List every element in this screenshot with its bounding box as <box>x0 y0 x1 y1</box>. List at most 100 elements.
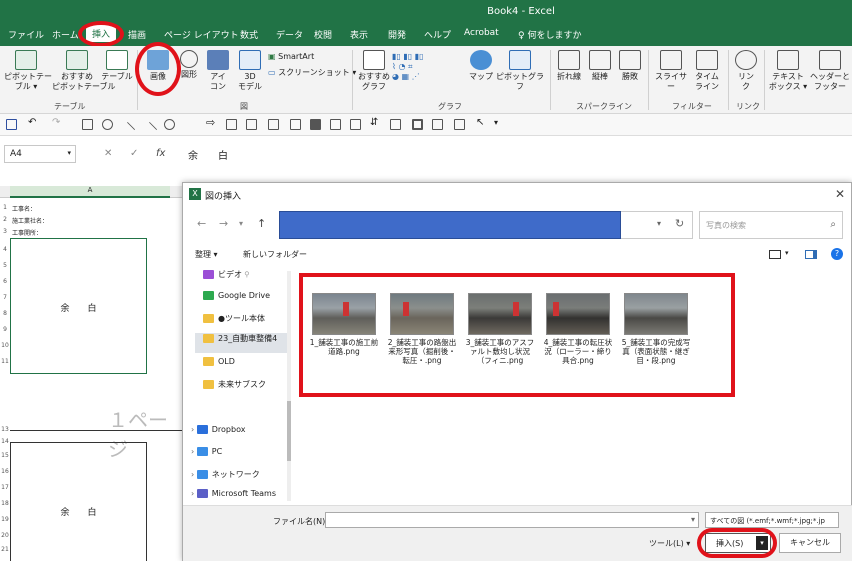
up-arrow-icon[interactable]: ↑ <box>257 217 266 230</box>
screenshot-button[interactable]: ▭ スクリーンショット ▾ <box>268 68 356 78</box>
formula-value[interactable]: 余 白 <box>188 147 228 162</box>
row-header[interactable]: 9 <box>0 326 10 333</box>
select-objects-icon[interactable] <box>412 119 423 130</box>
arrow-line-icon[interactable] <box>141 121 158 138</box>
nav-item-video[interactable]: ビデオ ⚲ <box>203 269 299 289</box>
insert-function-icon[interactable]: fx <box>156 148 165 159</box>
enter-icon[interactable]: ✓ <box>130 148 138 159</box>
nav-item-google-drive[interactable]: Google Drive <box>203 291 299 311</box>
forward-arrow-icon[interactable]: → <box>219 217 228 230</box>
nav-item-network[interactable]: › ネットワーク <box>191 469 287 489</box>
file-item[interactable]: 3_舗装工事のアスファルト敷均し状況（フィニ.png <box>465 293 535 365</box>
nav-item-dropbox[interactable]: › Dropbox <box>191 425 287 445</box>
chart-type-gallery[interactable]: ▮▯ ▮▯ ▮▯ ⌇ ◔ ⌗ ◕ ▦ ⋰ <box>392 52 442 82</box>
sparkline-winloss-button[interactable]: 勝敗 <box>616 50 644 82</box>
row-header[interactable]: 1 <box>0 204 10 211</box>
ungroup-icon[interactable] <box>246 119 257 130</box>
freeform-icon[interactable] <box>164 119 175 130</box>
recommended-charts-button[interactable]: おすすめ グラフ <box>356 50 392 92</box>
redo-icon[interactable]: ↷ <box>52 117 63 128</box>
pivot-table-button[interactable]: ピボットテー ブル ▾ <box>4 50 52 92</box>
nav-item-tool-main[interactable]: ●ツール本体 <box>203 313 299 333</box>
rotate-icon[interactable] <box>350 119 361 130</box>
textbox-button[interactable]: テキスト ボックス ▾ <box>768 50 808 92</box>
file-item[interactable]: 1_舗装工事の施工前道路.png <box>309 293 379 356</box>
sparkline-column-button[interactable]: 縦棒 <box>586 50 614 82</box>
preview-pane-icon[interactable] <box>805 250 817 259</box>
undo-icon[interactable]: ↶ <box>28 117 39 128</box>
file-item[interactable]: 5_舗装工事の完成写真（表面状態・継ぎ目・段.png <box>621 293 691 365</box>
nav-item-teams[interactable]: › Microsoft Teams <box>191 489 287 503</box>
row-header[interactable]: 15 <box>0 452 10 459</box>
row-header[interactable]: 4 <box>0 246 10 253</box>
nav-item-pc[interactable]: › PC <box>191 447 287 467</box>
row-header[interactable]: 3 <box>0 228 10 235</box>
new-folder-button[interactable]: 新しいフォルダー <box>243 249 307 260</box>
map-button[interactable]: マップ <box>468 50 494 82</box>
recent-dropdown-icon[interactable]: ▾ <box>239 219 243 228</box>
customize-qat-icon[interactable]: ▾ <box>494 118 505 129</box>
tab-draw[interactable]: 描画 <box>128 28 146 41</box>
tab-view[interactable]: 表示 <box>350 28 368 41</box>
organize-button[interactable]: 整理 ▾ <box>195 249 218 260</box>
close-icon[interactable]: ✕ <box>835 187 845 201</box>
file-type-select[interactable]: すべての図 (*.emf;*.wmf;*.jpg;*.jp <box>705 512 839 528</box>
cell-construction-name[interactable]: 工事名： <box>12 204 36 213</box>
tab-file[interactable]: ファイル <box>8 28 44 41</box>
row-header[interactable]: 21 <box>0 546 10 553</box>
send-back-icon[interactable] <box>330 119 341 130</box>
nav-item-old[interactable]: OLD <box>203 357 299 377</box>
tab-help[interactable]: ヘルプ <box>424 28 451 41</box>
view-mode-icon[interactable] <box>769 250 781 259</box>
recommended-pivot-button[interactable]: おすすめ ピボットテーブル <box>52 50 116 92</box>
resize-icon[interactable] <box>432 119 443 130</box>
back-arrow-icon[interactable]: ← <box>197 217 206 230</box>
distribute-icon[interactable] <box>454 119 465 130</box>
save-icon[interactable] <box>6 119 17 130</box>
tools-menu[interactable]: ツール(L) ▾ <box>649 538 690 549</box>
group-icon[interactable] <box>226 119 237 130</box>
timeline-button[interactable]: タイム ライン <box>692 50 722 92</box>
row-header[interactable]: 18 <box>0 500 10 507</box>
file-item[interactable]: 4_舗装工事の転圧状況（ローラー・締り具合.png <box>543 293 613 365</box>
nav-item-mirai[interactable]: 未来サブスク <box>203 379 299 399</box>
file-item[interactable]: 2_舗装工事の路盤出来形写真（掘削後・転圧・.png <box>387 293 457 365</box>
3d-models-button[interactable]: 3D モデル <box>234 50 266 92</box>
merged-cell-a4[interactable]: 余 白 <box>10 238 147 374</box>
smartart-button[interactable]: ▣ SmartArt <box>268 52 314 62</box>
align-icon[interactable] <box>268 119 279 130</box>
tab-page-layout[interactable]: ページ レイアウト <box>164 28 239 41</box>
flip-icon[interactable]: ⇵ <box>370 117 381 128</box>
tab-data[interactable]: データ <box>276 28 303 41</box>
search-input[interactable]: 写真の検索 ⌕ <box>699 211 843 239</box>
scrollbar-thumb[interactable] <box>287 401 291 461</box>
cell-construction-site[interactable]: 工事開所： <box>12 228 42 237</box>
chevron-down-icon[interactable]: ▾ <box>691 515 695 524</box>
cancel-icon[interactable]: ✕ <box>104 148 112 159</box>
merged-cell-a14[interactable]: 余 白 <box>10 442 147 561</box>
arrow-right-icon[interactable]: ⇨ <box>206 116 217 129</box>
table-button[interactable]: テーブル <box>100 50 134 82</box>
view-dropdown-icon[interactable]: ▾ <box>785 249 789 257</box>
row-header[interactable]: 19 <box>0 516 10 523</box>
line-icon[interactable] <box>119 121 136 138</box>
file-name-input[interactable]: ▾ <box>325 512 699 528</box>
sparkline-line-button[interactable]: 折れ線 <box>554 50 584 82</box>
bring-front-icon[interactable] <box>290 119 301 130</box>
cancel-button[interactable]: キャンセル <box>779 533 841 553</box>
tell-me-search[interactable]: ♀ 何をしますか <box>518 28 581 41</box>
row-header[interactable]: 2 <box>0 216 10 223</box>
row-header[interactable]: 16 <box>0 468 10 475</box>
worksheet[interactable]: A 1 2 3 4 5 6 7 8 9 10 11 13 14 15 16 17… <box>0 186 182 561</box>
nav-pane-scrollbar[interactable] <box>287 271 291 501</box>
link-button[interactable]: リン ク <box>732 50 760 92</box>
row-header[interactable]: 20 <box>0 532 10 539</box>
nav-item-current-folder[interactable]: 23_自動車整備4 <box>195 333 287 353</box>
row-header[interactable]: 6 <box>0 278 10 285</box>
row-header[interactable]: 17 <box>0 484 10 491</box>
pointer-icon[interactable]: ↖ <box>476 117 487 128</box>
row-header[interactable]: 14 <box>0 438 10 445</box>
row-header[interactable]: 10 <box>0 342 10 349</box>
icons-button[interactable]: アイ コン <box>204 50 232 92</box>
name-box[interactable]: A4 ▾ <box>4 145 76 163</box>
